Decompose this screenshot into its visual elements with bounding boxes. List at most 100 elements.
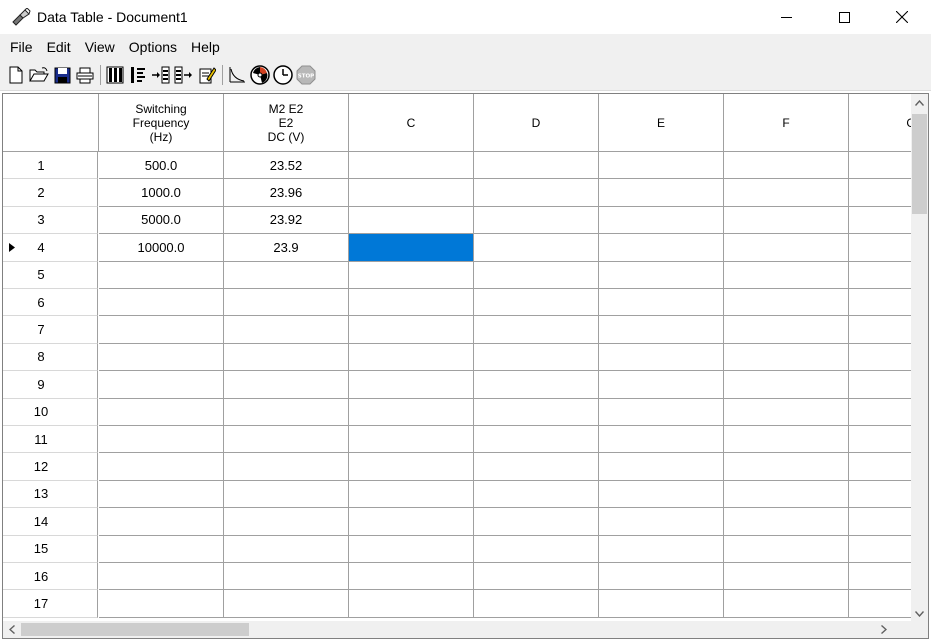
append-row-icon[interactable] <box>173 64 195 86</box>
table-cell[interactable] <box>599 179 724 207</box>
table-cell[interactable] <box>224 508 349 536</box>
table-cell[interactable] <box>224 480 349 509</box>
table-cell[interactable] <box>724 234 849 262</box>
horizontal-scrollbar[interactable] <box>3 621 928 638</box>
table-cell[interactable] <box>99 398 224 426</box>
table-cell[interactable] <box>474 563 599 591</box>
table-cell[interactable] <box>99 426 224 454</box>
row-header[interactable]: 9 <box>3 371 98 399</box>
table-cell[interactable] <box>99 453 224 481</box>
table-cell[interactable] <box>349 371 474 399</box>
table-cell[interactable] <box>724 206 849 235</box>
table-cell[interactable] <box>724 371 849 399</box>
print-icon[interactable] <box>74 64 96 86</box>
minimize-button[interactable] <box>757 0 815 34</box>
table-cell[interactable] <box>224 426 349 454</box>
row-header[interactable]: 14 <box>3 508 98 536</box>
table-cell[interactable] <box>474 426 599 454</box>
table-cell[interactable] <box>599 289 724 317</box>
table-cell[interactable] <box>724 316 849 344</box>
selected-cell[interactable] <box>349 234 474 262</box>
table-cell[interactable] <box>224 371 349 399</box>
table-cell[interactable] <box>349 563 474 591</box>
table-cell[interactable] <box>599 206 724 235</box>
table-cell[interactable] <box>99 343 224 372</box>
stop-icon[interactable]: STOP <box>295 64 317 86</box>
horizontal-scroll-thumb[interactable] <box>21 623 249 636</box>
table-cell[interactable] <box>99 590 224 618</box>
table-cell[interactable] <box>724 480 849 509</box>
new-document-icon[interactable] <box>5 64 27 86</box>
table-cell[interactable]: 23.92 <box>224 206 349 235</box>
table-cell[interactable] <box>474 590 599 618</box>
insert-row-icon[interactable] <box>150 64 172 86</box>
table-cell[interactable] <box>599 371 724 399</box>
table-cell[interactable] <box>349 206 474 235</box>
column-options-icon[interactable] <box>127 64 149 86</box>
column-header[interactable]: E <box>599 94 724 152</box>
scroll-up-button[interactable] <box>911 94 928 111</box>
table-cell[interactable] <box>349 261 474 289</box>
row-header[interactable]: 15 <box>3 535 98 563</box>
menu-help[interactable]: Help <box>184 34 227 60</box>
row-header[interactable]: 12 <box>3 453 98 481</box>
menu-options[interactable]: Options <box>122 34 184 60</box>
grid-corner[interactable] <box>3 94 99 152</box>
table-cell[interactable] <box>474 453 599 481</box>
table-cell[interactable] <box>99 316 224 344</box>
table-cell[interactable] <box>474 261 599 289</box>
table-cell[interactable] <box>599 508 724 536</box>
table-cell[interactable] <box>599 535 724 563</box>
table-cell[interactable] <box>599 343 724 372</box>
row-header[interactable]: 5 <box>3 261 98 289</box>
row-header[interactable]: 17 <box>3 590 98 618</box>
table-cell[interactable] <box>474 289 599 317</box>
row-header[interactable]: 10 <box>3 398 98 426</box>
table-cell[interactable] <box>99 371 224 399</box>
scroll-down-button[interactable] <box>911 605 928 622</box>
table-cell[interactable] <box>99 563 224 591</box>
table-cell[interactable] <box>599 453 724 481</box>
table-cell[interactable] <box>724 289 849 317</box>
table-cell[interactable] <box>724 535 849 563</box>
table-cell[interactable] <box>599 261 724 289</box>
table-cell[interactable] <box>224 289 349 317</box>
table-cell[interactable] <box>349 590 474 618</box>
table-cell[interactable] <box>474 480 599 509</box>
scroll-left-button[interactable] <box>3 621 20 638</box>
row-header[interactable]: 13 <box>3 480 98 509</box>
table-cell[interactable] <box>349 343 474 372</box>
table-cell[interactable]: 23.96 <box>224 179 349 207</box>
table-cell[interactable] <box>724 508 849 536</box>
table-cell[interactable]: 23.9 <box>224 234 349 262</box>
table-cell[interactable] <box>724 179 849 207</box>
table-cell[interactable] <box>474 234 599 262</box>
row-header[interactable]: 7 <box>3 316 98 344</box>
table-cell[interactable] <box>349 508 474 536</box>
table-cell[interactable] <box>349 426 474 454</box>
table-cell[interactable] <box>724 152 849 180</box>
table-cell[interactable] <box>724 563 849 591</box>
table-cell[interactable]: 1000.0 <box>99 179 224 207</box>
open-folder-icon[interactable] <box>28 64 50 86</box>
table-cell[interactable] <box>599 398 724 426</box>
table-cell[interactable] <box>474 371 599 399</box>
table-cell[interactable] <box>349 535 474 563</box>
table-cell[interactable] <box>599 426 724 454</box>
table-cell[interactable] <box>224 535 349 563</box>
table-cell[interactable] <box>99 535 224 563</box>
table-cell[interactable] <box>474 316 599 344</box>
table-cell[interactable] <box>724 426 849 454</box>
table-cell[interactable]: 500.0 <box>99 152 224 180</box>
table-cell[interactable]: 23.52 <box>224 152 349 180</box>
column-header[interactable]: C <box>349 94 474 152</box>
close-button[interactable] <box>873 0 931 34</box>
table-cell[interactable] <box>349 289 474 317</box>
meter-icon[interactable] <box>249 64 271 86</box>
menu-edit[interactable]: Edit <box>40 34 78 60</box>
table-cell[interactable] <box>349 152 474 180</box>
table-cell[interactable]: 10000.0 <box>99 234 224 262</box>
table-cell[interactable] <box>349 179 474 207</box>
table-cell[interactable] <box>349 480 474 509</box>
table-cell[interactable] <box>724 453 849 481</box>
